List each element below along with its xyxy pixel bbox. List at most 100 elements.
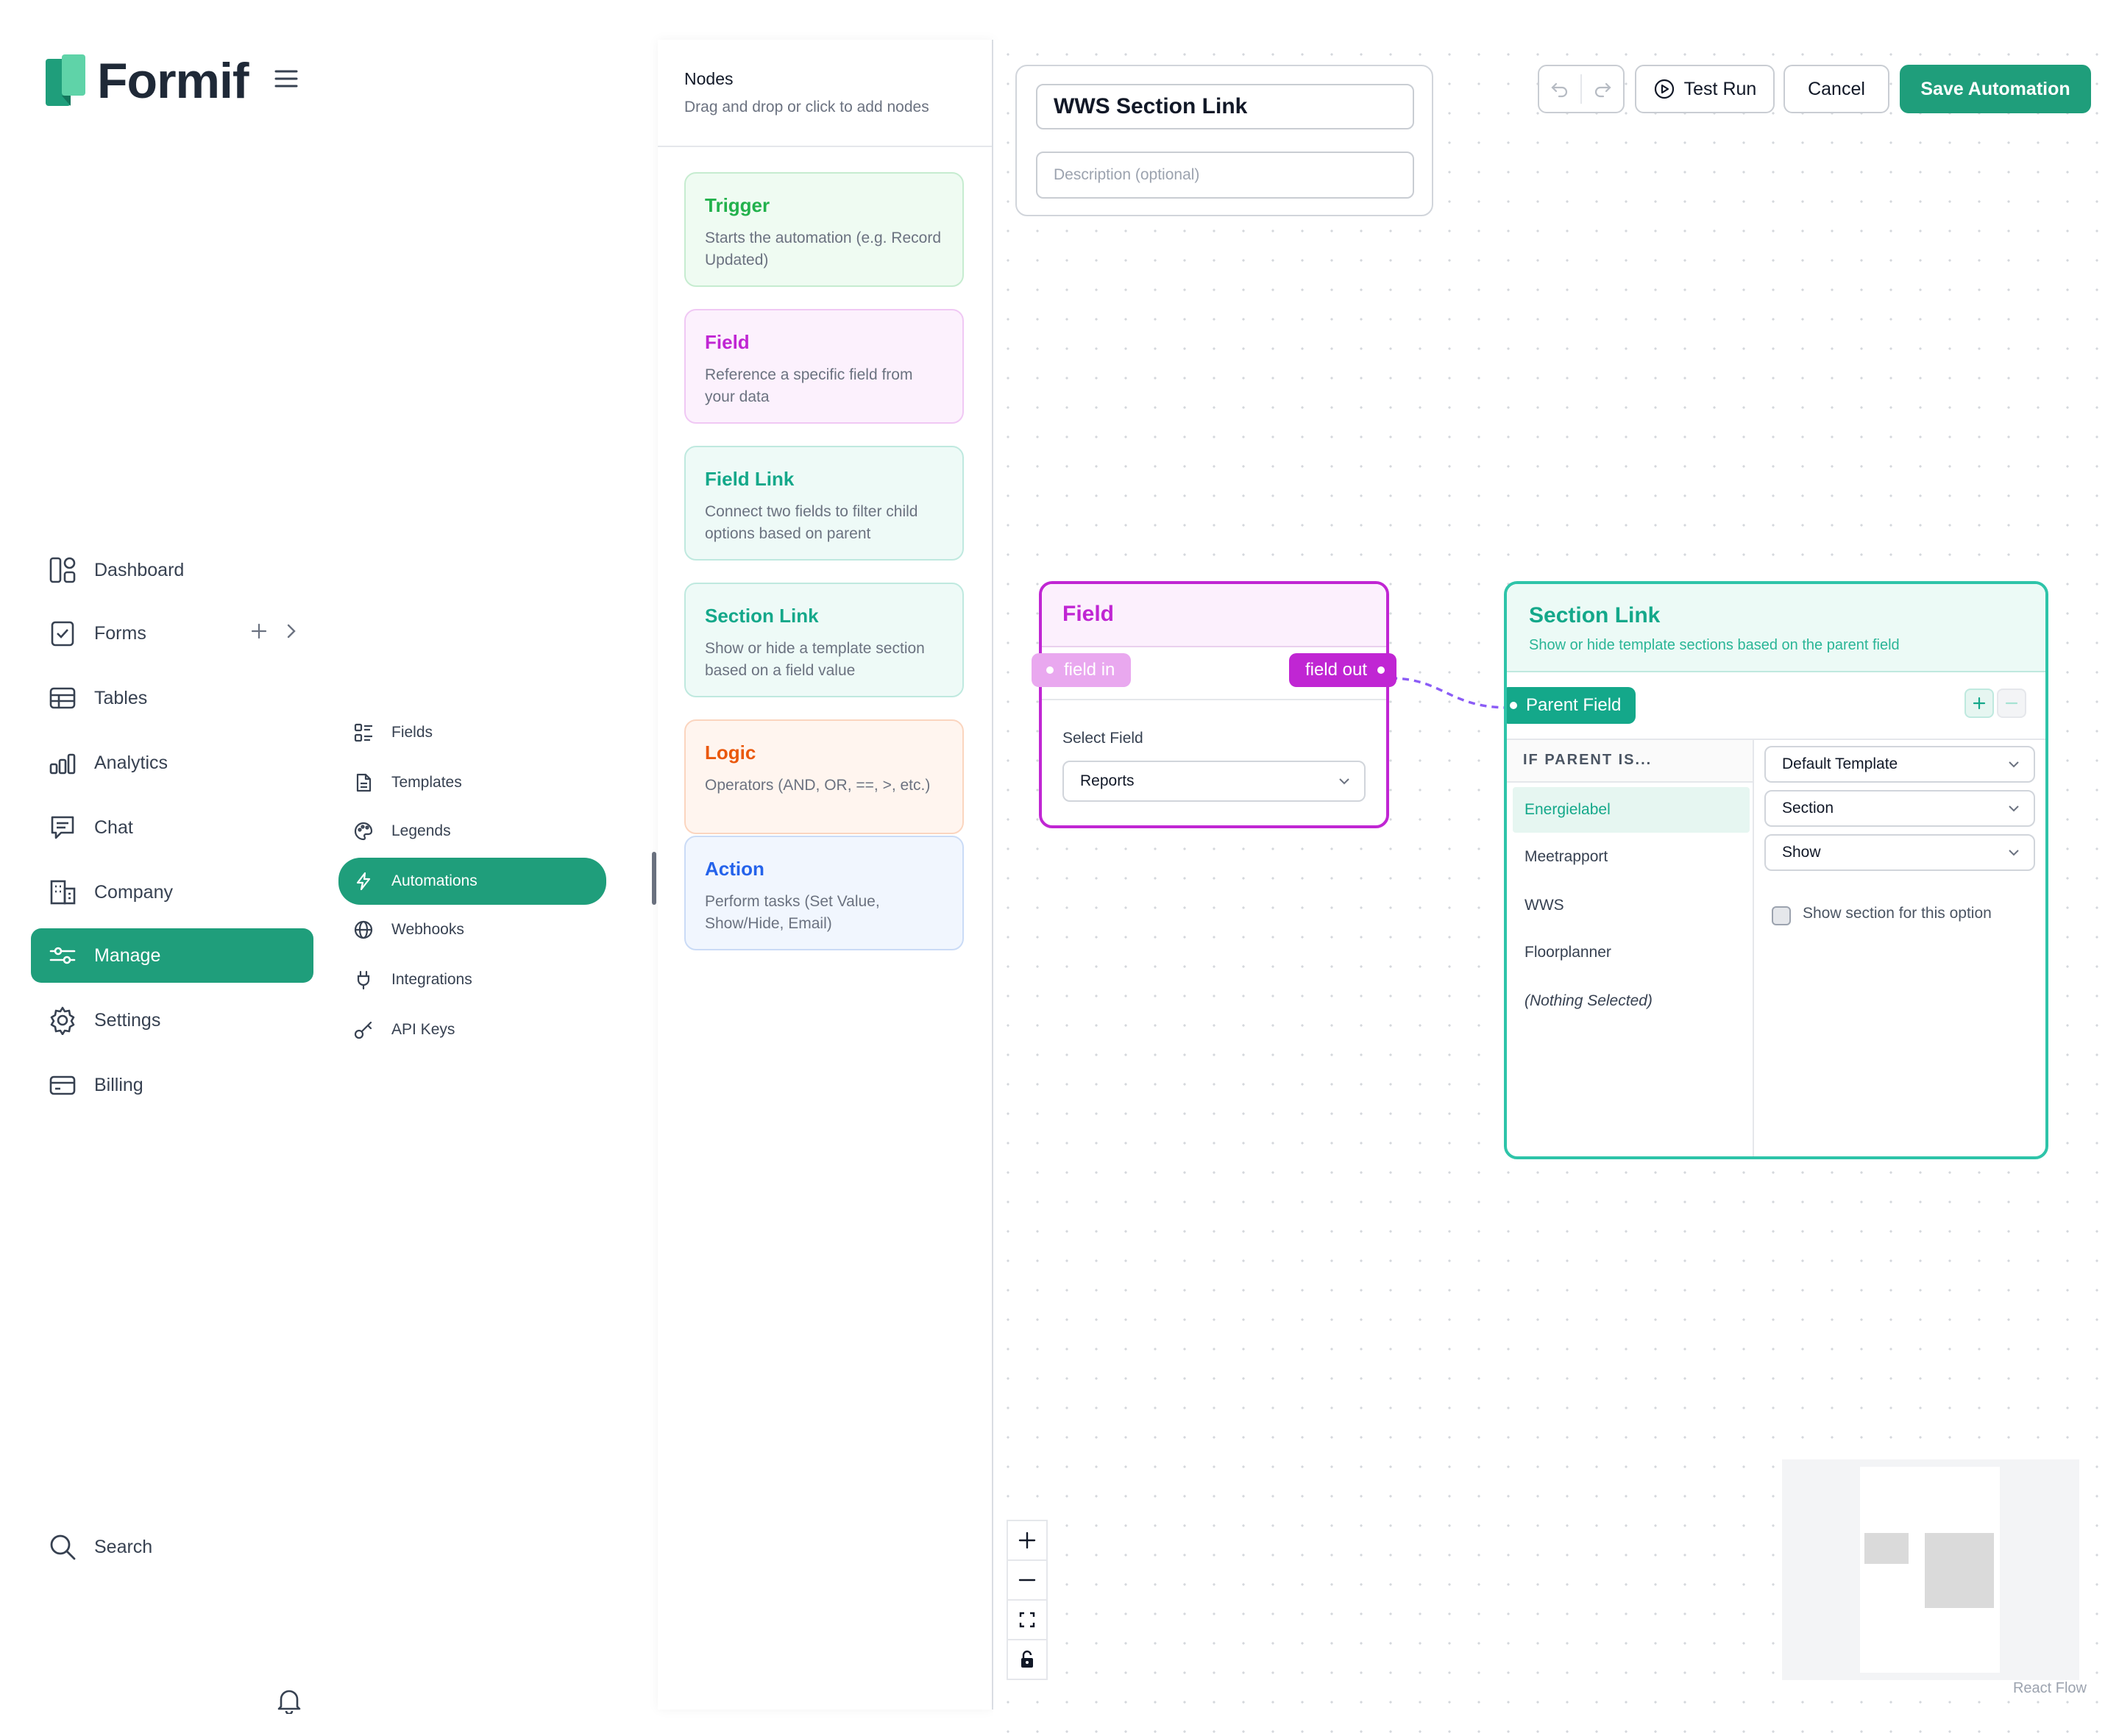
nav-tables[interactable]: Tables [31, 671, 313, 725]
field-node[interactable]: Field field in field out Select Field Re… [1032, 581, 1396, 828]
node-card-section-link[interactable]: Section Link Show or hide a template sec… [684, 583, 964, 697]
options-column-title: IF PARENT IS... [1523, 752, 1653, 768]
zoom-out-button[interactable] [1008, 1561, 1046, 1601]
react-flow-attribution[interactable]: React Flow [2013, 1680, 2087, 1697]
plus-icon [1018, 1532, 1036, 1549]
node-card-title: Action [705, 858, 764, 880]
nav-company[interactable]: Company [31, 865, 313, 919]
subnav-integrations[interactable]: Integrations [338, 956, 606, 1003]
play-icon [1654, 79, 1674, 99]
menu-toggle-icon[interactable] [274, 68, 299, 90]
template-select-value: Default Template [1782, 755, 1898, 772]
save-automation-button[interactable]: Save Automation [1900, 65, 2091, 113]
sliders-icon [47, 940, 78, 971]
test-run-button[interactable]: Test Run [1635, 65, 1775, 113]
nav-analytics[interactable]: Analytics [31, 736, 313, 790]
subnav-webhooks[interactable]: Webhooks [338, 906, 606, 953]
cancel-label: Cancel [1808, 78, 1865, 99]
option-settings: Default Template Section Show Show secti… [1754, 740, 2045, 1156]
nav-label: Company [94, 881, 173, 903]
node-card-title: Logic [705, 741, 756, 764]
subnav-api-keys[interactable]: API Keys [338, 1006, 606, 1053]
flow-controls [1007, 1520, 1048, 1680]
add-form-icon[interactable] [250, 622, 268, 640]
minimap[interactable] [1782, 1459, 2079, 1680]
fields-icon [352, 721, 375, 744]
section-link-node[interactable]: Section Link Show or hide template secti… [1504, 581, 2048, 1159]
node-card-desc: Show or hide a template section based on… [705, 640, 925, 679]
key-icon [352, 1018, 375, 1042]
option-item[interactable]: WWS [1513, 883, 1750, 928]
nav-dashboard[interactable]: Dashboard [31, 543, 313, 597]
subnav-label: Integrations [391, 971, 472, 988]
section-link-body: IF PARENT IS... Energielabel Meetrapport… [1507, 740, 2045, 1156]
handle-dot-icon [1510, 702, 1517, 709]
fit-view-button[interactable] [1008, 1601, 1046, 1640]
automation-description-input[interactable] [1036, 152, 1414, 199]
action-select[interactable]: Show [1764, 834, 2035, 871]
nav-label: Forms [94, 622, 146, 644]
connection-edge[interactable] [1391, 666, 1516, 711]
cancel-button[interactable]: Cancel [1783, 65, 1889, 113]
show-section-checkbox[interactable] [1772, 906, 1791, 925]
chevron-right-icon[interactable] [284, 622, 299, 640]
option-item[interactable]: Floorplanner [1513, 930, 1750, 975]
node-card-trigger[interactable]: Trigger Starts the automation (e.g. Reco… [684, 172, 964, 287]
nav-label: Billing [94, 1074, 143, 1095]
tables-icon [47, 683, 78, 714]
brand-logo[interactable]: Formif [46, 53, 249, 109]
bolt-icon [352, 869, 375, 893]
node-card-action[interactable]: Action Perform tasks (Set Value, Show/Hi… [684, 836, 964, 950]
section-select-value: Section [1782, 800, 1834, 817]
nav-label: Analytics [94, 752, 168, 773]
subnav-automations[interactable]: Automations [338, 858, 606, 905]
nav-chat[interactable]: Chat [31, 800, 313, 855]
zoom-in-button[interactable] [1008, 1521, 1046, 1561]
bell-icon[interactable] [277, 1687, 302, 1714]
fit-view-icon [1019, 1612, 1035, 1628]
sidebar-scrollbar[interactable] [652, 852, 656, 905]
section-select[interactable]: Section [1764, 790, 2035, 827]
lock-button[interactable] [1008, 1640, 1046, 1679]
automation-name-input[interactable]: WWS Section Link [1036, 84, 1414, 129]
node-card-field-link[interactable]: Field Link Connect two fields to filter … [684, 446, 964, 561]
search-button[interactable]: Search [31, 1520, 313, 1574]
nav-settings[interactable]: Settings [31, 993, 313, 1047]
option-item-selected[interactable]: Energielabel [1513, 787, 1750, 833]
dashboard-icon [47, 555, 78, 586]
brand-name: Formif [97, 53, 249, 109]
nav-forms[interactable]: Forms [31, 606, 313, 661]
node-card-field[interactable]: Field Reference a specific field from yo… [684, 309, 964, 424]
remove-option-button[interactable] [1997, 689, 2026, 718]
minimap-node [1925, 1533, 1994, 1608]
nodes-panel-subtitle: Drag and drop or click to add nodes [684, 99, 929, 115]
option-item[interactable]: Meetrapport [1513, 834, 1750, 880]
company-icon [47, 877, 78, 908]
node-card-title: Field [705, 331, 750, 353]
chevron-down-icon [2009, 761, 2019, 768]
subnav-label: Templates [391, 774, 462, 791]
chevron-down-icon [2009, 850, 2019, 856]
nodes-panel-header: Nodes Drag and drop or click to add node… [658, 40, 992, 147]
option-item[interactable]: (Nothing Selected) [1513, 978, 1750, 1024]
parent-field-handle[interactable]: Parent Field [1507, 687, 1636, 724]
nav-label: Tables [94, 687, 148, 708]
node-card-logic[interactable]: Logic Operators (AND, OR, ==, >, etc.) [684, 719, 964, 834]
add-option-button[interactable] [1964, 689, 1994, 718]
subnav-templates[interactable]: Templates [338, 759, 606, 806]
redo-icon[interactable] [1582, 80, 1623, 98]
nav-billing[interactable]: Billing [31, 1058, 313, 1112]
subnav-legends[interactable]: Legends [338, 808, 606, 855]
document-icon [352, 771, 375, 794]
minus-icon [1018, 1579, 1036, 1582]
node-card-title: Section Link [705, 605, 819, 627]
subnav-fields[interactable]: Fields [338, 709, 606, 756]
template-select[interactable]: Default Template [1764, 746, 2035, 783]
field-select-value: Reports [1080, 772, 1135, 789]
field-out-handle[interactable]: field out [1288, 653, 1396, 687]
field-in-handle[interactable]: field in [1032, 653, 1132, 687]
undo-icon[interactable] [1539, 74, 1582, 104]
analytics-icon [47, 747, 78, 778]
nav-manage[interactable]: Manage [31, 928, 313, 983]
field-select[interactable]: Reports [1062, 761, 1366, 802]
